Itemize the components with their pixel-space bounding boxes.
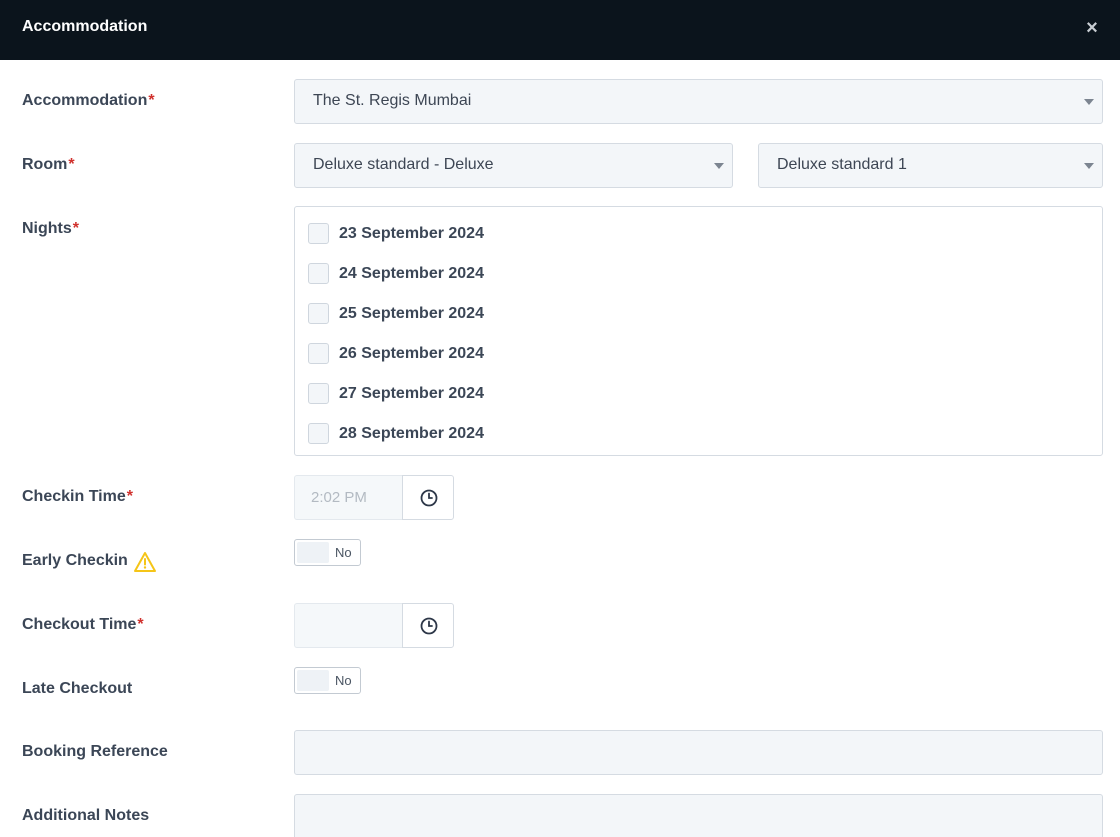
accommodation-select[interactable]: The St. Regis Mumbai — [294, 79, 1103, 124]
checkout-time-group — [294, 603, 454, 648]
accommodation-value: The St. Regis Mumbai — [313, 92, 472, 109]
chevron-down-icon — [1084, 99, 1094, 105]
clock-icon — [420, 489, 438, 507]
night-checkbox[interactable] — [308, 383, 329, 404]
room-type-select[interactable]: Deluxe standard - Deluxe — [294, 143, 733, 188]
nights-list: 23 September 2024 24 September 2024 25 S… — [294, 206, 1103, 456]
night-checkbox[interactable] — [308, 303, 329, 324]
early-checkin-label: Early Checkin — [22, 552, 128, 569]
night-label: 28 September 2024 — [339, 425, 484, 442]
checkout-time-picker-button[interactable] — [402, 603, 454, 648]
night-checkbox[interactable] — [308, 223, 329, 244]
room-number-value: Deluxe standard 1 — [777, 156, 907, 173]
checkin-time-group: 2:02 PM — [294, 475, 454, 520]
early-checkin-toggle[interactable]: No — [294, 539, 361, 566]
close-icon[interactable]: × — [1082, 17, 1102, 39]
dialog-title: Accommodation — [22, 18, 148, 35]
toggle-state: No — [335, 545, 352, 560]
toggle-knob — [297, 542, 329, 563]
checkout-time-label: Checkout Time* — [22, 616, 144, 633]
late-checkout-label: Late Checkout — [22, 680, 133, 697]
night-label: 23 September 2024 — [339, 225, 484, 242]
night-checkbox[interactable] — [308, 423, 329, 444]
late-checkout-toggle[interactable]: No — [294, 667, 361, 694]
additional-notes-textarea[interactable] — [294, 794, 1103, 837]
required-mark: * — [68, 156, 75, 173]
room-label: Room* — [22, 156, 75, 173]
checkin-time-picker-button[interactable] — [402, 475, 454, 520]
warning-triangle-icon — [134, 552, 156, 572]
required-mark: * — [72, 220, 80, 237]
room-type-value: Deluxe standard - Deluxe — [313, 156, 494, 173]
chevron-down-icon — [714, 163, 724, 169]
room-number-select[interactable]: Deluxe standard 1 — [758, 143, 1103, 188]
dialog-header: Accommodation × — [0, 0, 1120, 60]
accommodation-label: Accommodation* — [22, 92, 155, 109]
toggle-knob — [297, 670, 329, 691]
checkin-time-input[interactable]: 2:02 PM — [294, 475, 403, 520]
clock-icon — [420, 617, 438, 635]
night-checkbox[interactable] — [308, 343, 329, 364]
additional-notes-label: Additional Notes — [22, 807, 150, 824]
night-label: 24 September 2024 — [339, 265, 484, 282]
required-mark: * — [126, 488, 133, 505]
checkout-time-input[interactable] — [294, 603, 403, 648]
required-mark: * — [137, 616, 144, 633]
nights-label: Nights* — [22, 220, 80, 237]
night-label: 26 September 2024 — [339, 345, 484, 362]
booking-reference-label: Booking Reference — [22, 743, 168, 760]
chevron-down-icon — [1084, 163, 1094, 169]
booking-reference-input[interactable] — [294, 730, 1103, 775]
night-label: 25 September 2024 — [339, 305, 484, 322]
checkin-time-label: Checkin Time* — [22, 488, 133, 505]
required-mark: * — [148, 92, 155, 109]
toggle-state: No — [335, 673, 352, 688]
night-label: 27 September 2024 — [339, 385, 484, 402]
night-checkbox[interactable] — [308, 263, 329, 284]
